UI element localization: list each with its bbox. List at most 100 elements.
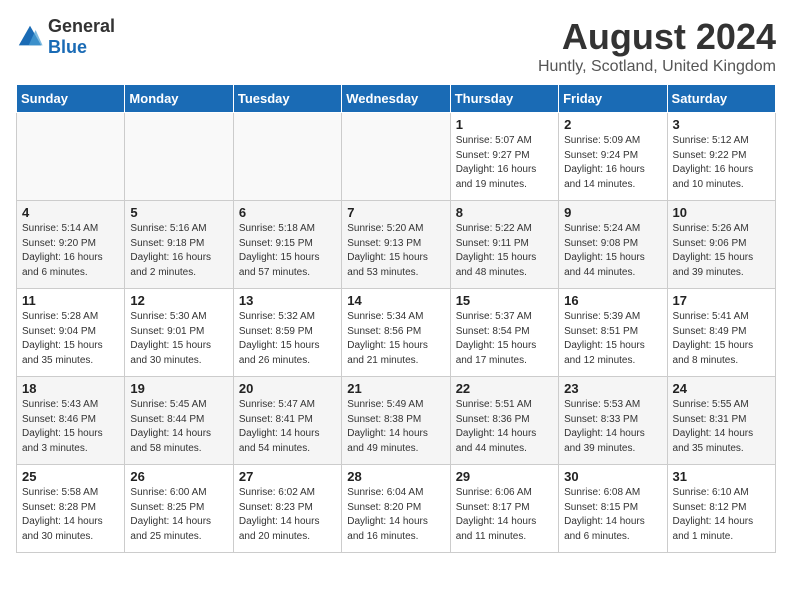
day-number: 4 [22, 205, 119, 220]
calendar-cell [17, 113, 125, 201]
day-info: Sunrise: 6:02 AM Sunset: 8:23 PM Dayligh… [239, 486, 336, 544]
calendar-cell: 10Sunrise: 5:26 AM Sunset: 9:06 PM Dayli… [667, 201, 775, 289]
day-header-monday: Monday [125, 85, 233, 113]
calendar-cell: 26Sunrise: 6:00 AM Sunset: 8:25 PM Dayli… [125, 465, 233, 553]
day-info: Sunrise: 5:16 AM Sunset: 9:18 PM Dayligh… [130, 222, 227, 280]
logo-text: General Blue [48, 16, 115, 58]
day-header-saturday: Saturday [667, 85, 775, 113]
calendar-cell: 4 Sunrise: 5:14 AM Sunset: 9:20 PM Daylig… [17, 201, 125, 289]
day-info: Sunrise: 5:47 AM Sunset: 8:41 PM Dayligh… [239, 398, 336, 456]
day-number: 20 [239, 381, 336, 396]
day-info: Sunrise: 5:24 AM Sunset: 9:08 PM Dayligh… [564, 222, 661, 280]
calendar-week-row: 11 Sunrise: 5:28 AM Sunset: 9:04 PM Dayli… [17, 289, 776, 377]
calendar-cell: 11 Sunrise: 5:28 AM Sunset: 9:04 PM Dayli… [17, 289, 125, 377]
day-info: Sunrise: 6:08 AM Sunset: 8:15 PM Dayligh… [564, 486, 661, 544]
day-header-thursday: Thursday [450, 85, 558, 113]
calendar-week-row: 1 Sunrise: 5:07 AM Sunset: 9:27 PM Daylig… [17, 113, 776, 201]
calendar-week-row: 18 Sunrise: 5:43 AM Sunset: 8:46 PM Dayli… [17, 377, 776, 465]
day-header-wednesday: Wednesday [342, 85, 450, 113]
day-info: Sunrise: 5:07 AM Sunset: 9:27 PM Dayligh… [456, 134, 553, 192]
month-title: August 2024 [538, 16, 776, 58]
calendar-cell: 29 Sunrise: 6:06 AM Sunset: 8:17 PM Dayli… [450, 465, 558, 553]
day-info: Sunrise: 6:04 AM Sunset: 8:20 PM Dayligh… [347, 486, 444, 544]
day-info: Sunrise: 5:20 AM Sunset: 9:13 PM Dayligh… [347, 222, 444, 280]
day-info: Sunrise: 5:41 AM Sunset: 8:49 PM Dayligh… [673, 310, 770, 368]
calendar-cell [125, 113, 233, 201]
calendar-cell: 25 Sunrise: 5:58 AM Sunset: 8:28 PM Dayli… [17, 465, 125, 553]
day-number: 3 [673, 117, 770, 132]
day-header-friday: Friday [559, 85, 667, 113]
day-number: 5 [130, 205, 227, 220]
calendar-cell: 31Sunrise: 6:10 AM Sunset: 8:12 PM Dayli… [667, 465, 775, 553]
day-number: 13 [239, 293, 336, 308]
day-info: Sunrise: 5:43 AM Sunset: 8:46 PM Dayligh… [22, 398, 119, 456]
day-number: 7 [347, 205, 444, 220]
calendar-cell: 12 Sunrise: 5:30 AM Sunset: 9:01 PM Dayli… [125, 289, 233, 377]
logo: General Blue [16, 16, 115, 58]
calendar-cell: 9Sunrise: 5:24 AM Sunset: 9:08 PM Daylig… [559, 201, 667, 289]
day-header-tuesday: Tuesday [233, 85, 341, 113]
day-number: 1 [456, 117, 553, 132]
calendar-cell: 23 Sunrise: 5:53 AM Sunset: 8:33 PM Dayli… [559, 377, 667, 465]
day-info: Sunrise: 5:37 AM Sunset: 8:54 PM Dayligh… [456, 310, 553, 368]
calendar-week-row: 25 Sunrise: 5:58 AM Sunset: 8:28 PM Dayli… [17, 465, 776, 553]
day-number: 16 [564, 293, 661, 308]
day-info: Sunrise: 5:18 AM Sunset: 9:15 PM Dayligh… [239, 222, 336, 280]
day-info: Sunrise: 5:12 AM Sunset: 9:22 PM Dayligh… [673, 134, 770, 192]
calendar-cell: 3 Sunrise: 5:12 AM Sunset: 9:22 PM Daylig… [667, 113, 775, 201]
day-number: 23 [564, 381, 661, 396]
day-info: Sunrise: 6:10 AM Sunset: 8:12 PM Dayligh… [673, 486, 770, 544]
day-number: 24 [673, 381, 770, 396]
page-header: General Blue August 2024 Huntly, Scotlan… [16, 16, 776, 76]
day-info: Sunrise: 6:06 AM Sunset: 8:17 PM Dayligh… [456, 486, 553, 544]
calendar-cell: 16 Sunrise: 5:39 AM Sunset: 8:51 PM Dayli… [559, 289, 667, 377]
calendar-cell: 24 Sunrise: 5:55 AM Sunset: 8:31 PM Dayli… [667, 377, 775, 465]
day-number: 12 [130, 293, 227, 308]
day-info: Sunrise: 5:30 AM Sunset: 9:01 PM Dayligh… [130, 310, 227, 368]
day-number: 17 [673, 293, 770, 308]
day-number: 28 [347, 469, 444, 484]
location-subtitle: Huntly, Scotland, United Kingdom [538, 58, 776, 76]
day-number: 29 [456, 469, 553, 484]
day-number: 21 [347, 381, 444, 396]
calendar-cell: 19 Sunrise: 5:45 AM Sunset: 8:44 PM Dayli… [125, 377, 233, 465]
calendar-header-row: SundayMondayTuesdayWednesdayThursdayFrid… [17, 85, 776, 113]
calendar-cell: 5 Sunrise: 5:16 AM Sunset: 9:18 PM Daylig… [125, 201, 233, 289]
day-number: 2 [564, 117, 661, 132]
calendar-cell: 13Sunrise: 5:32 AM Sunset: 8:59 PM Dayli… [233, 289, 341, 377]
day-info: Sunrise: 5:49 AM Sunset: 8:38 PM Dayligh… [347, 398, 444, 456]
day-info: Sunrise: 6:00 AM Sunset: 8:25 PM Dayligh… [130, 486, 227, 544]
day-info: Sunrise: 5:45 AM Sunset: 8:44 PM Dayligh… [130, 398, 227, 456]
day-number: 8 [456, 205, 553, 220]
day-info: Sunrise: 5:14 AM Sunset: 9:20 PM Dayligh… [22, 222, 119, 280]
day-info: Sunrise: 5:55 AM Sunset: 8:31 PM Dayligh… [673, 398, 770, 456]
day-info: Sunrise: 5:51 AM Sunset: 8:36 PM Dayligh… [456, 398, 553, 456]
day-number: 30 [564, 469, 661, 484]
calendar-cell: 18 Sunrise: 5:43 AM Sunset: 8:46 PM Dayli… [17, 377, 125, 465]
calendar-cell [342, 113, 450, 201]
day-info: Sunrise: 5:26 AM Sunset: 9:06 PM Dayligh… [673, 222, 770, 280]
calendar-cell: 27 Sunrise: 6:02 AM Sunset: 8:23 PM Dayli… [233, 465, 341, 553]
calendar-cell: 8Sunrise: 5:22 AM Sunset: 9:11 PM Daylig… [450, 201, 558, 289]
day-number: 25 [22, 469, 119, 484]
calendar-cell: 28 Sunrise: 6:04 AM Sunset: 8:20 PM Dayli… [342, 465, 450, 553]
day-number: 19 [130, 381, 227, 396]
day-number: 14 [347, 293, 444, 308]
day-info: Sunrise: 5:58 AM Sunset: 8:28 PM Dayligh… [22, 486, 119, 544]
calendar-cell: 15 Sunrise: 5:37 AM Sunset: 8:54 PM Dayli… [450, 289, 558, 377]
logo-icon [16, 23, 44, 51]
day-number: 11 [22, 293, 119, 308]
calendar-cell: 1 Sunrise: 5:07 AM Sunset: 9:27 PM Daylig… [450, 113, 558, 201]
calendar-cell: 6Sunrise: 5:18 AM Sunset: 9:15 PM Daylig… [233, 201, 341, 289]
day-number: 18 [22, 381, 119, 396]
day-info: Sunrise: 5:28 AM Sunset: 9:04 PM Dayligh… [22, 310, 119, 368]
day-number: 15 [456, 293, 553, 308]
day-number: 22 [456, 381, 553, 396]
day-info: Sunrise: 5:39 AM Sunset: 8:51 PM Dayligh… [564, 310, 661, 368]
calendar-cell: 20 Sunrise: 5:47 AM Sunset: 8:41 PM Dayli… [233, 377, 341, 465]
calendar-cell: 22 Sunrise: 5:51 AM Sunset: 8:36 PM Dayli… [450, 377, 558, 465]
calendar-cell: 30 Sunrise: 6:08 AM Sunset: 8:15 PM Dayli… [559, 465, 667, 553]
day-info: Sunrise: 5:53 AM Sunset: 8:33 PM Dayligh… [564, 398, 661, 456]
calendar-table: SundayMondayTuesdayWednesdayThursdayFrid… [16, 84, 776, 553]
day-number: 27 [239, 469, 336, 484]
